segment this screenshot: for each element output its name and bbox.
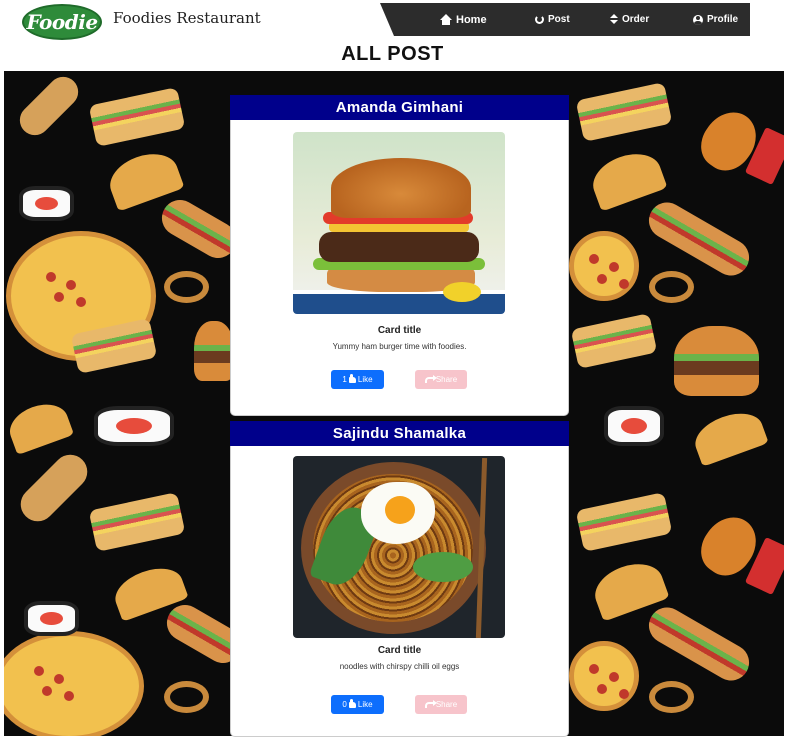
sandwich-illustration: [570, 313, 658, 369]
page-title: ALL POST: [341, 43, 444, 65]
wrap-illustration: [13, 447, 95, 529]
burger-illustration: [194, 321, 234, 381]
pizza-illustration: [569, 641, 639, 711]
share-icon: [424, 374, 437, 383]
nav-home[interactable]: Home: [440, 3, 487, 36]
pizza-illustration: [569, 231, 639, 301]
nav-post[interactable]: Post: [535, 3, 750, 36]
thumbs-up-icon: [348, 698, 356, 708]
sandwich-illustration: [575, 492, 673, 552]
post-image: [293, 456, 505, 638]
sushi-illustration: [19, 186, 74, 221]
sandwich-illustration: [88, 492, 186, 552]
sub-sandwich-illustration: [642, 600, 756, 688]
card-text: Yummy ham burger time with foodies.: [332, 342, 467, 351]
post-card-body: Card title noodles with chirspy chilli o…: [230, 446, 569, 737]
sandwich-illustration: [575, 82, 673, 142]
nav-profile-label: Profile: [707, 14, 739, 25]
sushi-illustration: [24, 601, 79, 636]
post-author: Sajindu Shamalka: [230, 421, 569, 446]
sub-sandwich-illustration: [642, 195, 756, 283]
post-author: Amanda Gimhani: [230, 95, 569, 120]
pizza-illustration: [4, 631, 144, 736]
share-button[interactable]: Share: [415, 370, 467, 389]
onion-ring-illustration: [649, 681, 694, 713]
sushi-illustration: [94, 406, 174, 446]
nav-order-label: Order: [622, 14, 650, 25]
nav-post-label: Post: [548, 14, 570, 25]
sushi-illustration: [604, 406, 664, 446]
onion-ring-illustration: [164, 271, 209, 303]
card-text: noodles with chirspy chilli oil eggs: [339, 662, 460, 671]
sort-icon: [610, 14, 618, 25]
circle-notch-icon: [535, 15, 544, 24]
share-label: Share: [435, 375, 458, 384]
like-button[interactable]: 0 Like: [331, 695, 384, 714]
nav-profile[interactable]: Profile: [693, 3, 738, 36]
burger-photo: [293, 132, 505, 314]
onion-ring-illustration: [164, 681, 209, 713]
sandwich-illustration: [88, 87, 186, 147]
onion-ring-illustration: [649, 271, 694, 303]
post-card-body: Card title Yummy ham burger time with fo…: [230, 120, 569, 416]
nav-home-label: Home: [456, 13, 487, 26]
post-image: [293, 132, 505, 314]
like-button[interactable]: 1 Like: [331, 370, 384, 389]
like-label: Like: [357, 700, 373, 709]
share-button[interactable]: Share: [415, 695, 467, 714]
taco-illustration: [586, 145, 668, 212]
wrap-illustration: [13, 71, 85, 142]
site-header: Foodie Foodies Restaurant Home Post Orde…: [0, 0, 785, 42]
burger-illustration: [674, 326, 759, 396]
taco-illustration: [4, 396, 75, 456]
foodie-logo[interactable]: Foodie: [22, 4, 102, 40]
user-circle-icon: [693, 14, 703, 25]
logo-text: Foodie: [26, 10, 98, 34]
noodle-bowl-photo: [293, 456, 505, 638]
main-nav: Home Post Order Profile: [380, 3, 750, 36]
like-label: Like: [357, 375, 373, 384]
post-card: Amanda Gimhani Card title Yummy ham burg…: [230, 95, 569, 416]
taco-illustration: [689, 405, 769, 467]
like-count: 1: [342, 375, 347, 384]
home-icon: [440, 13, 452, 25]
nav-order[interactable]: Order: [610, 3, 649, 36]
brand-name: Foodies Restaurant: [113, 9, 261, 27]
share-label: Share: [435, 700, 458, 709]
card-title: Card title: [377, 325, 422, 336]
like-count: 0: [342, 700, 347, 709]
post-card: Sajindu Shamalka Card title noodles with…: [230, 421, 569, 737]
thumbs-up-icon: [348, 373, 356, 383]
card-title: Card title: [377, 645, 422, 656]
share-icon: [424, 699, 437, 708]
